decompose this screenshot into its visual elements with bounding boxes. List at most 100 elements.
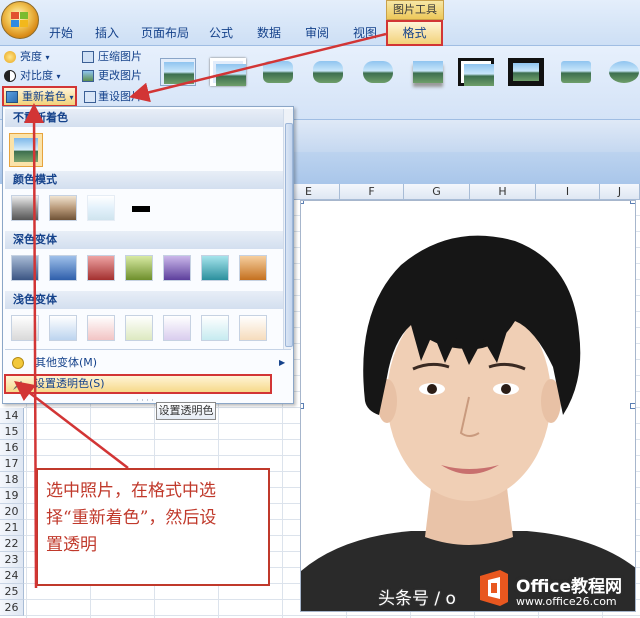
- brightness-button[interactable]: 亮度 ▾: [2, 48, 50, 66]
- section-dark-variations: 深色变体: [5, 231, 283, 249]
- picture-style-1[interactable]: [160, 58, 196, 86]
- row-header-22[interactable]: 22: [0, 536, 24, 552]
- picture-style-3[interactable]: [260, 58, 296, 86]
- swatch-dark-6[interactable]: [201, 255, 229, 281]
- row-header-17[interactable]: 17: [0, 456, 24, 472]
- column-header-g[interactable]: G: [404, 184, 470, 200]
- swatch-sepia[interactable]: [49, 195, 77, 221]
- section-light-variations: 浅色变体: [5, 291, 283, 309]
- recolor-icon: [6, 91, 18, 103]
- compress-icon: [82, 51, 94, 63]
- tab-format[interactable]: 格式: [386, 20, 443, 46]
- swatch-light-7[interactable]: [239, 315, 267, 341]
- sun-icon: [4, 51, 16, 63]
- column-header-j[interactable]: J: [600, 184, 640, 200]
- row-header-26[interactable]: 26: [0, 600, 24, 616]
- portrait-illustration: [301, 235, 635, 611]
- tab-review[interactable]: 审阅: [302, 24, 332, 42]
- instruction-annotation: 选中照片，在格式中选 择“重新着色”，然后设 置透明: [36, 468, 270, 586]
- chevron-right-icon: ▶: [279, 358, 286, 367]
- picture-style-10[interactable]: [606, 58, 640, 86]
- more-variations-label: 其他变体(M): [35, 356, 98, 369]
- office-brand-logo-icon: [474, 568, 514, 608]
- section-no-recolor: 不重新着色: [5, 109, 283, 127]
- office-button[interactable]: [1, 1, 39, 39]
- chevron-down-icon: ▾: [45, 53, 50, 62]
- picture-style-7[interactable]: [458, 58, 494, 86]
- swatch-light-6[interactable]: [201, 315, 229, 341]
- set-transparent-label: 设置透明色(S): [34, 377, 105, 390]
- swatch-light-3[interactable]: [87, 315, 115, 341]
- row-header-24[interactable]: 24: [0, 568, 24, 584]
- ribbon-tab-bar: 开始 插入 页面布局 公式 数据 审阅 视图: [0, 0, 640, 46]
- swatch-light-5[interactable]: [163, 315, 191, 341]
- picture-style-6[interactable]: [410, 58, 446, 86]
- resize-handle-mid-right[interactable]: [630, 403, 635, 409]
- office-logo-icon: [11, 12, 29, 28]
- picture-style-2[interactable]: [210, 58, 246, 86]
- swatch-washout[interactable]: [87, 195, 115, 221]
- brightness-label: 亮度: [20, 50, 42, 63]
- column-header-h[interactable]: H: [470, 184, 536, 200]
- swatch-no-recolor[interactable]: [9, 133, 43, 167]
- swatch-dark-1[interactable]: [11, 255, 39, 281]
- gallery-scrollbar[interactable]: [283, 109, 293, 349]
- swatch-light-4[interactable]: [125, 315, 153, 341]
- picture-style-8[interactable]: [508, 58, 544, 86]
- brand-url: www.office26.com: [516, 595, 617, 608]
- row-header-19[interactable]: 19: [0, 488, 24, 504]
- picture-tools-context-label: 图片工具: [386, 0, 444, 20]
- reset-label: 重设图片: [98, 90, 142, 103]
- annotation-line-3: 置透明: [46, 535, 97, 555]
- row-header-14[interactable]: 14: [0, 408, 24, 424]
- brand-name: Office教程网: [516, 577, 623, 597]
- picture-style-5[interactable]: [360, 58, 396, 86]
- set-transparent-color-item[interactable]: 设置透明色(S): [4, 374, 272, 394]
- row-header-21[interactable]: 21: [0, 520, 24, 536]
- column-header-f[interactable]: F: [340, 184, 404, 200]
- change-picture-button[interactable]: 更改图片: [80, 67, 142, 85]
- resize-handle-mid-left[interactable]: [301, 403, 304, 409]
- tab-insert[interactable]: 插入: [92, 24, 122, 42]
- swatch-preview: [14, 138, 38, 162]
- swatch-dark-7[interactable]: [239, 255, 267, 281]
- more-variations-item[interactable]: 其他变体(M) ▶: [5, 353, 291, 373]
- picture-icon: [82, 70, 94, 82]
- reset-picture-button[interactable]: 重设图片: [82, 88, 142, 106]
- column-header-i[interactable]: I: [536, 184, 600, 200]
- scrollbar-thumb[interactable]: [285, 123, 293, 347]
- tab-page-layout[interactable]: 页面布局: [140, 24, 190, 42]
- row-header-23[interactable]: 23: [0, 552, 24, 568]
- portrait-photo[interactable]: [300, 200, 636, 612]
- row-header-18[interactable]: 18: [0, 472, 24, 488]
- brand-watermark: Office教程网 www.office26.com: [474, 568, 638, 614]
- picture-style-9[interactable]: [558, 58, 594, 86]
- menu-separator: [5, 349, 291, 350]
- tab-data[interactable]: 数据: [254, 24, 284, 42]
- menu-resize-grip[interactable]: · · · ·: [136, 396, 154, 405]
- pen-icon: [12, 379, 24, 391]
- swatch-dark-3[interactable]: [87, 255, 115, 281]
- tab-home[interactable]: 开始: [46, 24, 76, 42]
- row-header-15[interactable]: 15: [0, 424, 24, 440]
- compress-pictures-button[interactable]: 压缩图片: [80, 48, 142, 66]
- recolor-button[interactable]: 重新着色 ▾: [2, 86, 77, 107]
- row-header-25[interactable]: 25: [0, 584, 24, 600]
- swatch-light-2[interactable]: [49, 315, 77, 341]
- recolor-gallery-menu: 不重新着色 颜色模式 深色变体 浅色变体 其他变体(M) ▶: [2, 106, 294, 404]
- swatch-grayscale[interactable]: [11, 195, 39, 221]
- resize-handle-top-right[interactable]: [630, 201, 635, 204]
- swatch-black-white[interactable]: [125, 195, 153, 221]
- picture-style-4[interactable]: [310, 58, 346, 86]
- row-header-16[interactable]: 16: [0, 440, 24, 456]
- swatch-dark-2[interactable]: [49, 255, 77, 281]
- contrast-button[interactable]: 对比度 ▾: [2, 67, 61, 85]
- tab-view[interactable]: 视图: [350, 24, 380, 42]
- swatch-light-1[interactable]: [11, 315, 39, 341]
- row-header-20[interactable]: 20: [0, 504, 24, 520]
- tooltip: 设置透明色: [156, 402, 216, 420]
- swatch-dark-5[interactable]: [163, 255, 191, 281]
- resize-handle-top-left[interactable]: [301, 201, 304, 204]
- tab-formulas[interactable]: 公式: [206, 24, 236, 42]
- swatch-dark-4[interactable]: [125, 255, 153, 281]
